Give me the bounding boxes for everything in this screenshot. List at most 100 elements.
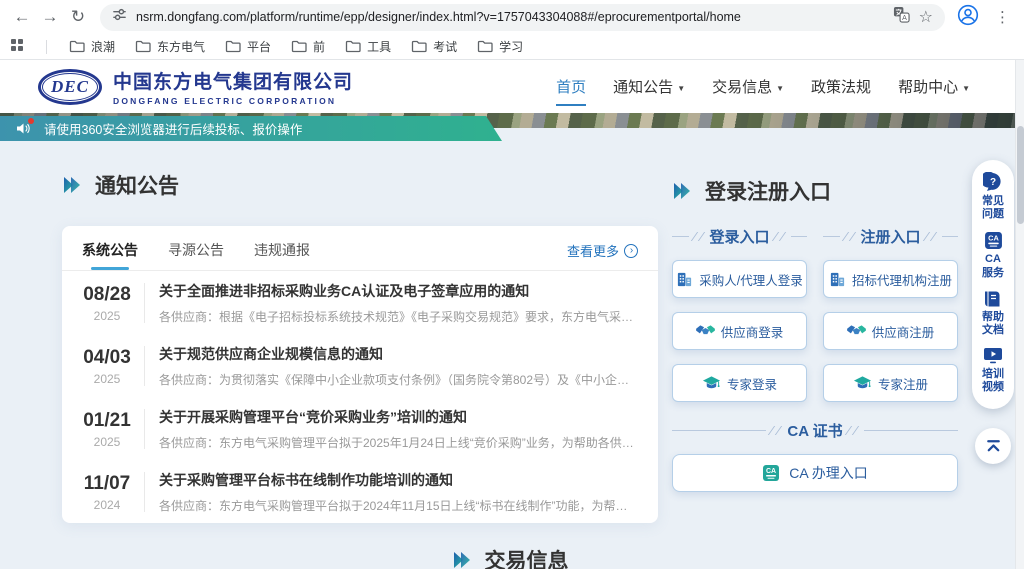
profile-avatar-icon[interactable] bbox=[957, 4, 979, 31]
purchaser-agent-login-button[interactable]: 采购人/代理人登录 bbox=[672, 260, 807, 298]
chevron-right-circle-icon bbox=[624, 244, 638, 258]
notice-row[interactable]: 04/03 2025 关于规范供应商企业规模信息的通知 各供应商：为贯彻落实《保… bbox=[62, 334, 658, 397]
bookmark-folder[interactable]: 工具 bbox=[345, 38, 391, 55]
login-portal-section: 登录注册入口 登录入口 注册入口 bbox=[672, 128, 958, 492]
svg-text:A: A bbox=[902, 14, 907, 22]
notice-date-md: 11/07 bbox=[82, 473, 132, 495]
vertical-scrollbar[interactable] bbox=[1015, 60, 1024, 569]
notice-date-year: 2025 bbox=[82, 372, 132, 386]
chevron-down-icon bbox=[772, 79, 784, 96]
nav-item-home[interactable]: 首页 bbox=[556, 70, 586, 103]
company-name-cn: 中国东方电气集团有限公司 bbox=[113, 67, 353, 94]
address-bar[interactable]: nsrm.dongfang.com/platform/runtime/epp/d… bbox=[100, 4, 945, 31]
divider bbox=[144, 409, 145, 449]
bidding-agency-register-button[interactable]: 招标代理机构注册 bbox=[823, 260, 958, 298]
company-logo[interactable]: DEC 中国东方电气集团有限公司 DONGFANG ELECTRIC CORPO… bbox=[38, 67, 353, 106]
nav-item-policies[interactable]: 政策法规 bbox=[811, 70, 871, 103]
tab-sourcing-notices[interactable]: 寻源公告 bbox=[168, 240, 224, 270]
notice-row[interactable]: 08/28 2025 关于全面推进非招标采购业务CA认证及电子签章应用的通知 各… bbox=[62, 271, 658, 334]
notice-title[interactable]: 关于规范供应商企业规模信息的通知 bbox=[159, 344, 638, 364]
bookmark-label: 前 bbox=[313, 38, 325, 55]
building-icon bbox=[676, 271, 693, 288]
notices-section: 通知公告 系统公告 寻源公告 违规通报 查看更多 bbox=[62, 128, 658, 523]
alert-banner-text: 请使用360安全浏览器进行后续投标、报价操作 bbox=[44, 119, 302, 138]
browser-menu-icon[interactable]: ⋮ bbox=[989, 8, 1016, 26]
notice-date-year: 2024 bbox=[82, 498, 132, 512]
site-header: DEC 中国东方电气集团有限公司 DONGFANG ELECTRIC CORPO… bbox=[0, 60, 1024, 113]
dec-logo-icon: DEC bbox=[38, 69, 102, 105]
tab-system-notices[interactable]: 系统公告 bbox=[82, 240, 138, 270]
bookmark-folder[interactable]: 平台 bbox=[225, 38, 271, 55]
notice-row[interactable]: 01/21 2025 关于开展采购管理平台“竞价采购业务”培训的通知 各供应商：… bbox=[62, 397, 658, 460]
training-videos-shortcut[interactable]: 培训视频 bbox=[981, 347, 1005, 394]
graduation-cap-icon bbox=[702, 375, 721, 391]
section-arrow-icon bbox=[62, 176, 82, 194]
translate-icon[interactable]: A bbox=[893, 6, 910, 28]
notice-text: 关于开展采购管理平台“竞价采购业务”培训的通知 各供应商：东方电气采购管理平台拟… bbox=[159, 407, 638, 451]
notice-date-year: 2025 bbox=[82, 435, 132, 449]
folder-icon bbox=[291, 40, 307, 53]
expert-register-button[interactable]: 专家注册 bbox=[823, 364, 958, 402]
bookmarks-bar: 浪潮 东方电气 平台 前 工具 考试 学习 bbox=[0, 34, 1024, 60]
notice-text: 关于全面推进非招标采购业务CA认证及电子签章应用的通知 各供应商：根据《电子招标… bbox=[159, 281, 638, 325]
question-bubble-icon: ? bbox=[983, 172, 1003, 192]
notice-row[interactable]: 11/07 2024 关于采购管理平台标书在线制作功能培训的通知 各供应商：东方… bbox=[62, 460, 658, 523]
ca-apply-button[interactable]: CA CA 办理入口 bbox=[672, 454, 958, 492]
bookmark-star-icon[interactable]: ☆ bbox=[919, 7, 933, 27]
notice-title[interactable]: 关于全面推进非招标采购业务CA认证及电子签章应用的通知 bbox=[159, 281, 638, 301]
bookmark-label: 工具 bbox=[367, 38, 391, 55]
bookmark-folder[interactable]: 考试 bbox=[411, 38, 457, 55]
notices-heading: 通知公告 bbox=[62, 170, 658, 200]
view-more-link[interactable]: 查看更多 bbox=[567, 241, 638, 270]
supplier-login-button[interactable]: 供应商登录 bbox=[672, 312, 807, 350]
transactions-heading: 交易信息 bbox=[452, 545, 569, 569]
site-settings-icon[interactable] bbox=[112, 7, 127, 27]
folder-icon bbox=[69, 40, 85, 53]
notice-summary: 各供应商：为贯彻落实《保障中小企业款项支付条例》（国务院令第802号）及《中小企… bbox=[159, 371, 638, 388]
nav-item-help-center[interactable]: 帮助中心 bbox=[898, 70, 970, 103]
transactions-section: 交易信息 bbox=[62, 545, 958, 569]
view-more-label: 查看更多 bbox=[567, 241, 619, 260]
supplier-register-button[interactable]: 供应商注册 bbox=[823, 312, 958, 350]
bookmark-folder[interactable]: 东方电气 bbox=[135, 38, 205, 55]
expert-login-button[interactable]: 专家登录 bbox=[672, 364, 807, 402]
notice-summary: 各供应商：根据《电子招标投标系统技术规范》《电子采购交易规范》要求，东方电气采购… bbox=[159, 308, 638, 325]
bookmark-label: 浪潮 bbox=[91, 38, 115, 55]
url-text[interactable]: nsrm.dongfang.com/platform/runtime/epp/d… bbox=[136, 10, 884, 24]
help-docs-shortcut[interactable]: 帮助文档 bbox=[981, 290, 1005, 337]
alert-banner: 请使用360安全浏览器进行后续投标、报价操作 bbox=[0, 116, 502, 141]
notification-dot bbox=[28, 118, 34, 124]
bookmark-folder[interactable]: 浪潮 bbox=[69, 38, 115, 55]
notice-date-year: 2025 bbox=[82, 309, 132, 323]
browser-toolbar: ← → ↻ nsrm.dongfang.com/platform/runtime… bbox=[0, 0, 1024, 34]
back-icon[interactable]: ← bbox=[8, 3, 36, 31]
handshake-icon bbox=[696, 324, 715, 339]
faq-shortcut[interactable]: ? 常见问题 bbox=[981, 172, 1005, 221]
reload-icon[interactable]: ↻ bbox=[64, 3, 92, 31]
forward-icon[interactable]: → bbox=[36, 3, 64, 31]
notice-card: 系统公告 寻源公告 违规通报 查看更多 08/28 2025 bbox=[62, 226, 658, 523]
login-portal-heading: 登录注册入口 bbox=[672, 176, 958, 206]
collapse-to-top-button[interactable] bbox=[975, 428, 1011, 464]
bookmark-folder[interactable]: 前 bbox=[291, 38, 325, 55]
graduation-cap-icon bbox=[853, 375, 872, 391]
bookmark-label: 学习 bbox=[499, 38, 523, 55]
shortcut-label: CA服务 bbox=[981, 253, 1005, 279]
notice-date: 08/28 2025 bbox=[82, 284, 132, 323]
ca-service-shortcut[interactable]: CA CA服务 bbox=[981, 231, 1005, 279]
scrollbar-thumb[interactable] bbox=[1017, 126, 1024, 224]
tab-violation-reports[interactable]: 违规通报 bbox=[254, 240, 310, 270]
nav-item-notices[interactable]: 通知公告 bbox=[613, 70, 685, 103]
portal-buttons: 采购人/代理人登录 招标代理机构注册 供应商登录 供应商注册 bbox=[672, 260, 958, 402]
bookmark-label: 平台 bbox=[247, 38, 271, 55]
bookmark-folder[interactable]: 学习 bbox=[477, 38, 523, 55]
chevron-down-icon bbox=[958, 79, 970, 96]
folder-icon bbox=[345, 40, 361, 53]
building-icon bbox=[829, 271, 846, 288]
notice-title[interactable]: 关于采购管理平台标书在线制作功能培训的通知 bbox=[159, 470, 638, 490]
notice-summary: 各供应商：东方电气采购管理平台拟于2025年1月24日上线“竞价采购”业务，为帮… bbox=[159, 434, 638, 451]
apps-grid-icon[interactable] bbox=[10, 38, 24, 55]
nav-item-transactions[interactable]: 交易信息 bbox=[712, 70, 784, 103]
section-title: 交易信息 bbox=[485, 545, 569, 569]
notice-title[interactable]: 关于开展采购管理平台“竞价采购业务”培训的通知 bbox=[159, 407, 638, 427]
